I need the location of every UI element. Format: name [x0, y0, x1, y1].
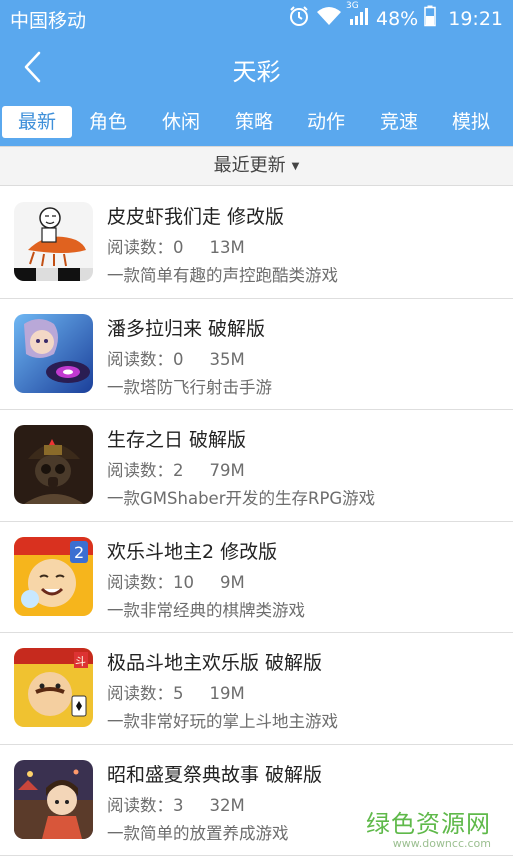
sort-dropdown[interactable]: 最近更新 ▼ — [0, 146, 513, 186]
status-bar: 中国移动 3G 48% 19:21 — [0, 0, 513, 36]
file-size: 9M — [220, 572, 245, 592]
app-header: 天彩 — [0, 36, 513, 98]
status-icons: 3G 48% 19:21 — [288, 1, 503, 32]
read-count: 阅读数：5 — [107, 684, 184, 703]
alarm-icon — [288, 5, 310, 32]
list-item[interactable]: 斗 极品斗地主欢乐版 破解版 阅读数：5 19M 一款非常好玩的掌上斗地主游戏 — [0, 633, 513, 745]
file-size: 79M — [209, 461, 245, 480]
battery-percent: 48% — [376, 7, 419, 30]
read-count: 阅读数：0 — [107, 349, 184, 369]
file-size: 32M — [209, 795, 245, 815]
game-description: 一款非常经典的棋牌类游戏 — [107, 600, 305, 620]
tab-simulation[interactable]: 模拟 — [436, 106, 506, 138]
read-count: 阅读数：10 — [107, 572, 194, 592]
svg-text:斗: 斗 — [75, 655, 86, 668]
tab-label: 竞速 — [379, 111, 418, 133]
sort-label: 最近更新 — [213, 155, 286, 176]
list-item[interactable]: 2 欢乐斗地主2 修改版 阅读数：10 9M 一款非常经典的棋牌类游戏 — [0, 521, 513, 633]
game-description: 一款塔防飞行射击手游 — [107, 377, 272, 397]
list-item[interactable]: 皮皮虾我们走 修改版 阅读数：0 13M 一款简单有趣的声控跑酷类游戏 — [0, 187, 513, 299]
page-title: 天彩 — [232, 58, 281, 86]
game-meta: 阅读数：0 35M — [107, 346, 245, 370]
tab-label: 策略 — [234, 111, 273, 133]
wifi-icon — [316, 6, 342, 31]
game-thumbnail — [14, 202, 93, 281]
tab-label: 角色 — [88, 111, 127, 133]
game-thumbnail: 2 — [14, 536, 93, 616]
list-item[interactable]: 潘多拉归来 破解版 阅读数：0 35M 一款塔防飞行射击手游 — [0, 298, 513, 410]
tab-label: 最新 — [17, 111, 56, 133]
file-size: 19M — [209, 684, 245, 703]
game-description: 一款简单有趣的声控跑酷类游戏 — [107, 266, 338, 285]
tab-label: 动作 — [306, 111, 345, 133]
game-meta: 阅读数：3 32M — [107, 792, 245, 816]
game-thumbnail — [14, 759, 93, 839]
tab-casual[interactable]: 休闲 — [146, 106, 216, 138]
category-tabs: 最新 角色 休闲 策略 动作 竞速 模拟 — [0, 98, 513, 146]
read-count: 阅读数：0 — [107, 238, 184, 257]
caret-down-icon: ▼ — [291, 160, 300, 172]
game-meta: 阅读数：5 19M — [107, 680, 245, 704]
watermark-main: 绿色资源网 — [366, 810, 491, 838]
game-meta: 阅读数：0 13M — [107, 234, 245, 258]
read-count: 阅读数：3 — [107, 795, 184, 815]
tab-strategy[interactable]: 策略 — [219, 106, 289, 138]
network-type-label: 3G — [346, 1, 359, 11]
game-description: 一款非常好玩的掌上斗地主游戏 — [107, 712, 338, 731]
game-title: 昭和盛夏祭典故事 破解版 — [107, 763, 323, 786]
game-list: 皮皮虾我们走 修改版 阅读数：0 13M 一款简单有趣的声控跑酷类游戏 潘多拉归来… — [0, 187, 513, 856]
game-thumbnail — [14, 425, 93, 504]
game-description: 一款简单的放置养成游戏 — [107, 823, 289, 843]
game-meta: 阅读数：10 9M — [107, 569, 245, 593]
carrier-label: 中国移动 — [10, 10, 87, 32]
tab-label: 模拟 — [451, 111, 490, 133]
tab-action[interactable]: 动作 — [291, 106, 361, 138]
read-count: 阅读数：2 — [107, 461, 184, 480]
tab-latest[interactable]: 最新 — [2, 106, 72, 138]
game-title: 皮皮虾我们走 修改版 — [107, 206, 285, 228]
game-title: 生存之日 破解版 — [107, 429, 247, 451]
file-size: 13M — [209, 238, 245, 257]
tab-racing[interactable]: 竞速 — [364, 106, 434, 138]
game-thumbnail — [14, 313, 93, 393]
list-item[interactable]: 生存之日 破解版 阅读数：2 79M 一款GMShaber开发的生存RPG游戏 — [0, 410, 513, 522]
tab-label: 休闲 — [161, 111, 200, 133]
game-title: 潘多拉归来 破解版 — [107, 317, 266, 340]
tab-role[interactable]: 角色 — [73, 106, 143, 138]
game-title: 极品斗地主欢乐版 破解版 — [107, 652, 323, 674]
clock: 19:21 — [448, 7, 503, 30]
file-size: 35M — [209, 349, 245, 369]
battery-icon — [424, 5, 436, 32]
game-meta: 阅读数：2 79M — [107, 457, 245, 481]
game-title: 欢乐斗地主2 修改版 — [107, 540, 278, 563]
signal-icon: 3G — [346, 1, 370, 31]
svg-text:2: 2 — [74, 543, 84, 562]
game-thumbnail: 斗 — [14, 648, 93, 727]
game-description: 一款GMShaber开发的生存RPG游戏 — [107, 489, 376, 508]
watermark: 绿色资源网 www.downcc.com — [366, 804, 491, 850]
